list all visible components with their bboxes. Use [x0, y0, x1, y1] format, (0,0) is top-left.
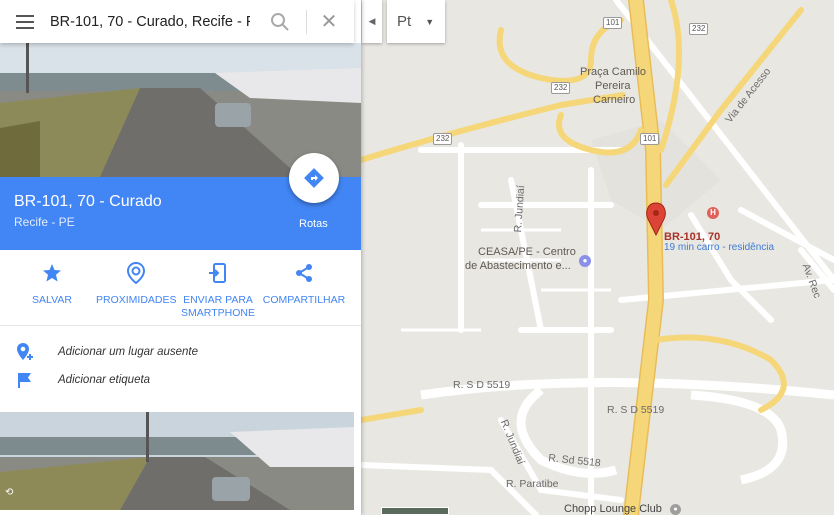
route-shield: 101 [640, 133, 660, 145]
add-label-row[interactable]: Adicionar etiqueta [0, 366, 361, 394]
directions-label[interactable]: Rotas [299, 218, 328, 230]
street-thumbnail-image [0, 412, 354, 510]
satellite-thumbnail[interactable] [381, 507, 449, 515]
search-icon[interactable] [268, 10, 292, 34]
action-bar: SALVAR PROXIMIDADES ENVIAR PARA SMARTPHO… [0, 250, 361, 326]
route-shield: 232 [551, 82, 571, 94]
place-subtitle: Recife - PE [14, 215, 75, 229]
language-select[interactable]: Pt ▼ [387, 0, 445, 43]
share-icon [296, 264, 312, 282]
side-panel: ✕ BR-101, 70 - Curado Recife - PE Rotas … [0, 0, 361, 515]
language-value: Pt [397, 13, 412, 30]
extra-options: Adicionar um lugar ausente Adicionar eti… [0, 338, 361, 394]
map-label-praca: Carneiro [593, 94, 636, 106]
directions-icon [304, 168, 324, 188]
send-to-phone-button[interactable]: ENVIAR PARA SMARTPHONE [180, 262, 256, 320]
add-place-icon [17, 343, 33, 360]
route-shield: 101 [603, 17, 623, 29]
place-title: BR-101, 70 - Curado [14, 193, 162, 210]
map-label-ceasa: CEASA/PE - Centro [478, 246, 576, 258]
directions-button[interactable] [289, 153, 339, 203]
close-icon[interactable]: ✕ [316, 9, 342, 35]
route-shield: 232 [689, 23, 709, 35]
map-label-praca: Pereira [595, 80, 631, 92]
nearby-label: PROXIMIDADES [96, 294, 177, 306]
shopping-poi-icon[interactable]: ● [579, 255, 591, 267]
nearby-icon [126, 262, 146, 284]
add-missing-place-row[interactable]: Adicionar um lugar ausente [0, 338, 361, 366]
share-button[interactable]: COMPARTILHAR [262, 262, 346, 307]
collapse-panel-button[interactable]: ◀ [362, 0, 382, 43]
bar-poi-icon[interactable]: ● [670, 504, 681, 515]
map-label-rsd: R. S D 5519 [607, 404, 665, 416]
flag-icon [18, 373, 31, 388]
add-place-label: Adicionar um lugar ausente [58, 346, 198, 358]
map-label-praca: Praça Camilo [580, 66, 647, 78]
street-view-thumbnail[interactable] [0, 412, 354, 510]
map-label-ceasa: de Abastecimento e... [465, 260, 571, 272]
send-to-phone-icon [209, 263, 226, 283]
caret-left-icon: ◀ [368, 16, 376, 26]
star-icon [43, 264, 61, 282]
map-label-paratibe: R. Paratibe [506, 478, 559, 490]
panorama-icon[interactable]: ⟲ [5, 487, 13, 498]
caret-down-icon: ▼ [425, 16, 435, 27]
map-label-chopp: Chopp Lounge Club [564, 503, 662, 515]
save-button[interactable]: SALVAR [22, 262, 82, 307]
search-divider [306, 10, 307, 34]
share-label: COMPARTILHAR [262, 294, 346, 306]
map-label-rsd: R. S D 5519 [453, 379, 511, 391]
hospital-icon[interactable]: H [707, 207, 719, 219]
nearby-button[interactable]: PROXIMIDADES [96, 262, 177, 307]
search-bar: ✕ [0, 0, 354, 43]
route-shield: 232 [433, 133, 453, 145]
map-canvas[interactable]: 101 232 232 232 101 Praça Camilo Pereira… [361, 0, 834, 515]
send-label-line1: ENVIAR PARA [183, 294, 253, 306]
search-input[interactable] [50, 6, 250, 37]
add-label-text: Adicionar etiqueta [58, 374, 151, 386]
pin-eta: 19 min carro - residência [664, 242, 775, 253]
save-label: SALVAR [32, 294, 72, 306]
hamburger-menu-icon[interactable] [0, 0, 50, 43]
send-label-line2: SMARTPHONE [181, 307, 255, 319]
